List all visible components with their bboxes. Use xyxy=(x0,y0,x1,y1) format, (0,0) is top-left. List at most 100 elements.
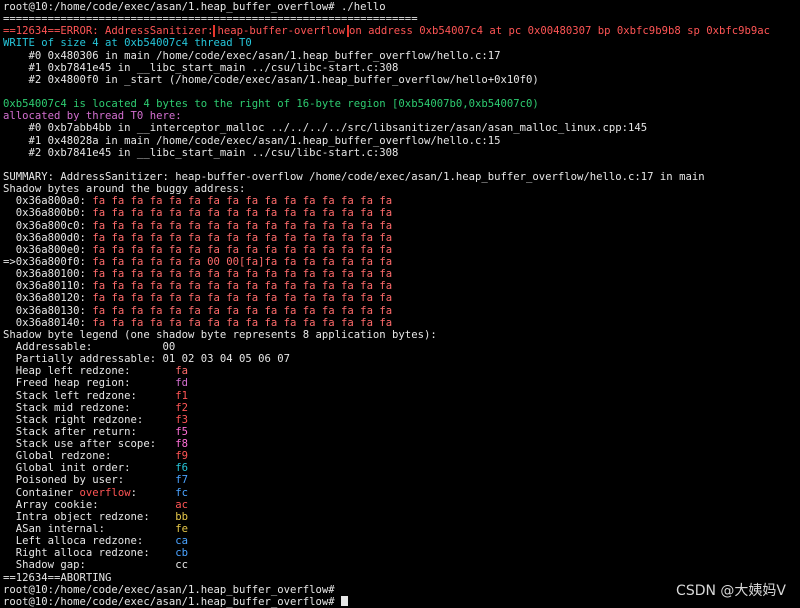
legend-value: f8 xyxy=(175,438,188,451)
alloc-frame-1: #1 0x48028a in main /home/code/exec/asan… xyxy=(3,134,501,147)
legend-row: Addressable: 00 xyxy=(3,341,800,353)
allocated-line: allocated by thread T0 here: xyxy=(3,110,182,123)
shadow-addr: 0x36a800e0: xyxy=(3,243,86,256)
legend-value: f7 xyxy=(175,474,188,487)
legend-value: cc xyxy=(175,559,188,572)
shadow-bytes: fa fa fa fa fa fa fa fa fa fa fa fa fa f… xyxy=(92,207,393,220)
text-cursor xyxy=(341,595,349,606)
shadow-addr: 0x36a80100: xyxy=(3,268,86,281)
legend-value: ca xyxy=(175,535,188,548)
legend-row: Poisoned by user: f7 xyxy=(3,474,800,486)
legend-value: 00 xyxy=(162,340,176,353)
shadow-bytes: fa fa fa fa fa fa fa fa fa fa fa fa fa f… xyxy=(92,280,393,293)
shadow-addr: 0x36a800d0: xyxy=(3,231,86,244)
shadow-bytes: fa fa fa fa fa fa fa fa fa fa fa fa fa f… xyxy=(92,231,393,244)
legend-label: Stack mid redzone: xyxy=(3,401,176,414)
shadow-row: 0x36a800b0: fa fa fa fa fa fa fa fa fa f… xyxy=(3,207,800,219)
shadow-row: 0x36a800e0: fa fa fa fa fa fa fa fa fa f… xyxy=(3,244,800,256)
legend-overflow-word: overflow xyxy=(79,486,131,499)
prompt-text: root@10:/home/code/exec/asan/1.heap_buff… xyxy=(3,595,335,608)
legend-row: Array cookie: ac xyxy=(3,499,800,511)
legend-label: Shadow gap: xyxy=(3,559,176,572)
watermark: CSDN @大姨妈V xyxy=(676,582,786,599)
shadow-bytes: fa fa fa fa fa fa 00 00[fa]fa fa fa fa f… xyxy=(92,255,393,268)
shadow-addr: =>0x36a800f0: xyxy=(3,255,86,268)
shadow-bytes: fa fa fa fa fa fa fa fa fa fa fa fa fa f… xyxy=(92,304,393,317)
legend-row: Container overflow: fc xyxy=(3,487,800,499)
legend-value: fe xyxy=(175,523,188,536)
legend-value: bb xyxy=(175,510,188,523)
error-line: ==12634==ERROR: AddressSanitizer: heap-bu… xyxy=(3,25,800,38)
legend-row: Intra object redzone: bb xyxy=(3,511,800,523)
shadow-addr: 0x36a800b0: xyxy=(3,207,86,220)
legend-value: f1 xyxy=(175,389,188,402)
legend-row: Global init order: f6 xyxy=(3,462,800,474)
legend-row: Shadow gap: cc xyxy=(3,559,800,571)
legend-label: Stack use after scope: xyxy=(3,438,176,451)
legend-row: Partially addressable: 01 02 03 04 05 06… xyxy=(3,353,800,365)
legend-label: : xyxy=(130,486,176,499)
shadow-bytes: fa fa fa fa fa fa fa fa fa fa fa fa fa f… xyxy=(92,243,393,256)
shadow-addr: 0x36a80120: xyxy=(3,292,86,305)
legend-label: Freed heap region: xyxy=(3,377,176,390)
legend-header: Shadow byte legend (one shadow byte repr… xyxy=(3,328,437,341)
error-kind: heap-buffer-overflow xyxy=(213,25,350,38)
legend-label: Array cookie: xyxy=(3,498,176,511)
legend-value: f6 xyxy=(175,462,188,475)
legend-value: f2 xyxy=(175,401,188,414)
shadow-addr: 0x36a80140: xyxy=(3,316,86,329)
legend-value: fa xyxy=(175,365,188,378)
shadow-addr: 0x36a800a0: xyxy=(3,195,86,208)
legend-row: Stack right redzone: f3 xyxy=(3,414,800,426)
legend-label: Container xyxy=(3,486,80,499)
shadow-row: 0x36a80130: fa fa fa fa fa fa fa fa fa f… xyxy=(3,305,800,317)
legend-row: Stack use after scope: f8 xyxy=(3,438,800,450)
shadow-header: Shadow bytes around the buggy address: xyxy=(3,183,246,196)
legend-row: Stack after return: f5 xyxy=(3,426,800,438)
shadow-bytes: fa fa fa fa fa fa fa fa fa fa fa fa fa f… xyxy=(92,316,393,329)
shadow-bytes: fa fa fa fa fa fa fa fa fa fa fa fa fa f… xyxy=(92,292,393,305)
legend-value: 01 02 03 04 05 06 07 xyxy=(162,353,291,366)
legend-label: Stack left redzone: xyxy=(3,389,176,402)
legend-label: Left alloca redzone: xyxy=(3,535,176,548)
frame-2: #2 0x4800f0 in _start (/home/code/exec/a… xyxy=(3,73,539,86)
legend-row: Stack mid redzone: f2 xyxy=(3,402,800,414)
shadow-addr: 0x36a80130: xyxy=(3,304,86,317)
shadow-addr: 0x36a800c0: xyxy=(3,219,86,232)
legend-value: cb xyxy=(175,547,188,560)
summary-line: SUMMARY: AddressSanitizer: heap-buffer-o… xyxy=(3,170,705,183)
shadow-addr: 0x36a80110: xyxy=(3,280,86,293)
shadow-row: 0x36a80110: fa fa fa fa fa fa fa fa fa f… xyxy=(3,280,800,292)
legend-row: Global redzone: f9 xyxy=(3,450,800,462)
shadow-row: 0x36a80140: fa fa fa fa fa fa fa fa fa f… xyxy=(3,317,800,329)
legend-label: Partially addressable: xyxy=(3,353,163,366)
command-line: root@10:/home/code/exec/asan/1.heap_buff… xyxy=(3,1,386,13)
shadow-bytes: fa fa fa fa fa fa fa fa fa fa fa fa fa f… xyxy=(92,195,393,208)
terminal-output[interactable]: root@10:/home/code/exec/asan/1.heap_buff… xyxy=(3,1,800,608)
legend-row: Left alloca redzone: ca xyxy=(3,535,800,547)
legend-value: f5 xyxy=(175,425,188,438)
alloc-frame-2: #2 0xb7841e45 in __libc_start_main ../cs… xyxy=(3,146,399,159)
legend-value: f3 xyxy=(175,413,188,426)
shadow-bytes: fa fa fa fa fa fa fa fa fa fa fa fa fa f… xyxy=(92,219,393,232)
legend-label: Poisoned by user: xyxy=(3,474,176,487)
legend-label: Global redzone: xyxy=(3,450,176,463)
shadow-row: 0x36a80100: fa fa fa fa fa fa fa fa fa f… xyxy=(3,268,800,280)
legend-label: Heap left redzone: xyxy=(3,365,176,378)
legend-value: fc xyxy=(175,486,188,499)
legend-row: ASan internal: fe xyxy=(3,523,800,535)
frame-1: #1 0xb7841e45 in __libc_start_main ../cs… xyxy=(3,61,399,74)
alloc-frame-0: #0 0xb7abb4bb in __interceptor_malloc ..… xyxy=(3,122,648,135)
abort-line: ==12634==ABORTING xyxy=(3,571,112,584)
shadow-row: 0x36a80120: fa fa fa fa fa fa fa fa fa f… xyxy=(3,292,800,304)
legend-row: Heap left redzone: fa xyxy=(3,365,800,377)
legend-label: Right alloca redzone: xyxy=(3,547,176,560)
write-line: WRITE of size 4 at 0xb54007c4 thread T0 xyxy=(3,37,252,50)
shadow-row: 0x36a800c0: fa fa fa fa fa fa fa fa fa f… xyxy=(3,220,800,232)
blank xyxy=(3,159,800,171)
shadow-row: 0x36a800d0: fa fa fa fa fa fa fa fa fa f… xyxy=(3,232,800,244)
error-prefix: ==12634==ERROR: AddressSanitizer: xyxy=(3,25,214,38)
located-line: 0xb54007c4 is located 4 bytes to the rig… xyxy=(3,98,539,111)
legend-row: Stack left redzone: f1 xyxy=(3,390,800,402)
legend-value: ac xyxy=(175,498,188,511)
